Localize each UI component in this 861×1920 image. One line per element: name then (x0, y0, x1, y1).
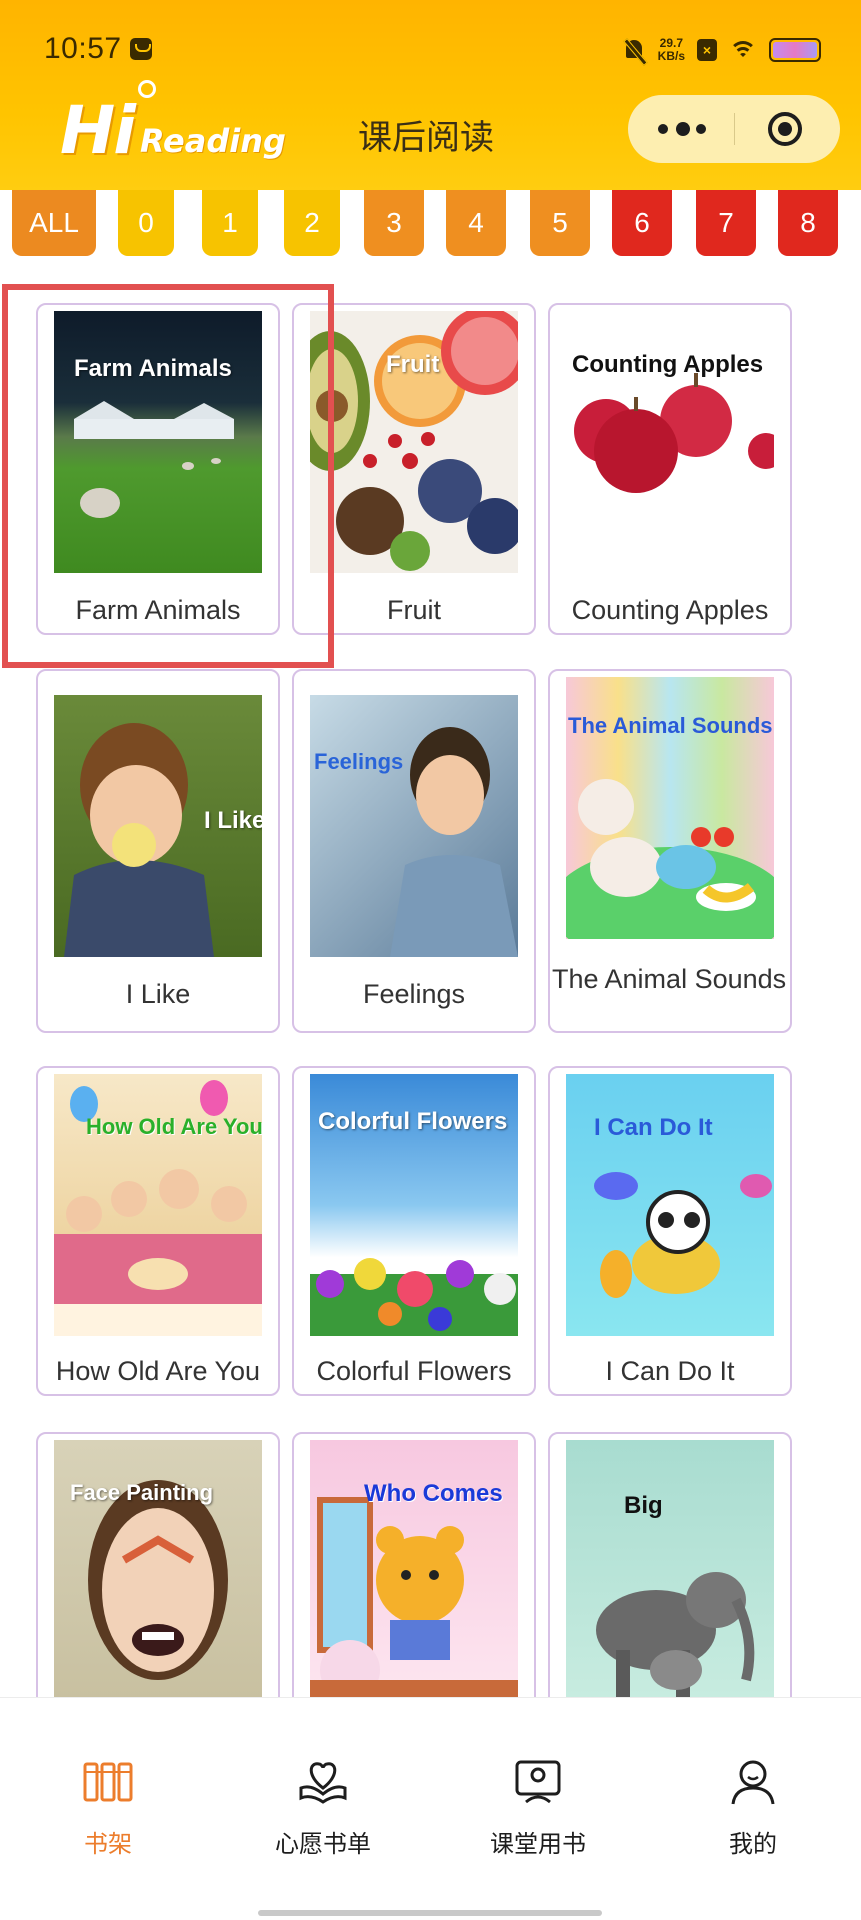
nav-label: 我的 (729, 1831, 777, 1858)
network-speed-unit: KB/s (657, 49, 685, 63)
level-tab-6[interactable]: 6 (612, 190, 672, 256)
book-cover-title: Face Painting (70, 1480, 214, 1505)
miniprogram-capsule (628, 95, 840, 163)
status-indicators: 29.7 KB/s × (622, 32, 821, 68)
book-card-how-old-are-you[interactable]: How Old Are You? How Old Are You (36, 1066, 280, 1396)
bell-off-icon (622, 38, 646, 62)
wishlist-heart-book-icon (297, 1758, 349, 1806)
book-cover-title: Colorful Flowers (318, 1108, 508, 1135)
book-cover-title: Big (624, 1492, 663, 1519)
book-cover: Big (566, 1440, 774, 1702)
nav-label: 课堂用书 (490, 1831, 586, 1858)
book-cover: Feelings (310, 695, 518, 957)
book-card-feelings[interactable]: Feelings Feelings (292, 669, 536, 1033)
level-tab-3[interactable]: 3 (364, 190, 424, 256)
home-indicator[interactable] (258, 1910, 602, 1916)
nav-label: 书架 (84, 1831, 132, 1858)
book-cover-title: Fruit (386, 351, 440, 378)
network-speed: 29.7 KB/s (658, 37, 685, 63)
nav-classroom-books[interactable]: 课堂用书 (463, 1758, 613, 1859)
level-tab-7[interactable]: 7 (696, 190, 756, 256)
book-card-the-animal-sounds[interactable]: The Animal Sounds The Animal Sounds (548, 669, 792, 1033)
book-cover-title: I Can Do It (594, 1114, 713, 1141)
level-tab-8[interactable]: 8 (778, 190, 838, 256)
battery-icon (769, 38, 821, 62)
book-cover: Face Painting (54, 1440, 262, 1702)
level-tab-2[interactable]: 2 (284, 190, 340, 256)
level-filter-tabs: ALL 0 1 2 3 4 5 6 7 8 (12, 190, 849, 256)
more-options-icon[interactable] (658, 121, 708, 137)
level-tab-5[interactable]: 5 (530, 190, 590, 256)
selection-highlight (2, 284, 334, 668)
bookshelf-icon (82, 1758, 134, 1806)
book-title: Feelings (362, 979, 466, 1009)
nav-bookshelf[interactable]: 书架 (33, 1758, 183, 1859)
book-cover-title: Who Comes (364, 1480, 503, 1507)
nav-wishlist[interactable]: 心愿书单 (248, 1758, 398, 1859)
notification-icon (130, 38, 152, 60)
book-cover: How Old Are You? (54, 1074, 262, 1336)
book-cover: The Animal Sounds (566, 677, 774, 939)
book-cover: Counting Apples (566, 311, 774, 573)
nav-profile[interactable]: 我的 (678, 1758, 828, 1859)
book-cover-title: Feelings (314, 749, 404, 774)
logo-hi-text: Hi (60, 92, 136, 169)
page-title: 课后阅读 (358, 119, 494, 157)
level-tab-4[interactable]: 4 (446, 190, 506, 256)
bottom-nav: 书架 心愿书单 课堂用书 我的 (0, 1697, 861, 1920)
nav-label: 心愿书单 (275, 1831, 371, 1858)
wifi-icon (729, 39, 757, 61)
book-card-i-can-do-it[interactable]: I Can Do It I Can Do It (548, 1066, 792, 1396)
logo-reading-text: Reading (140, 122, 286, 160)
level-tab-0[interactable]: 0 (118, 190, 174, 256)
book-cover-title: I Like (204, 807, 262, 834)
book-title: How Old Are You (55, 1356, 261, 1386)
book-card-i-like[interactable]: I Like I Like (36, 669, 280, 1033)
book-title: Counting Apples (571, 595, 769, 625)
book-cover: Who Comes (310, 1440, 518, 1702)
level-tab-all[interactable]: ALL (12, 190, 96, 256)
hireading-logo: Hi Reading (60, 80, 286, 172)
book-cover-title: How Old Are You? (86, 1114, 262, 1139)
book-cover: Fruit (310, 311, 518, 573)
book-card-colorful-flowers[interactable]: Colorful Flowers Colorful Flowers (292, 1066, 536, 1396)
book-cover-title: The Animal Sounds (568, 713, 773, 738)
sim-x-icon: × (697, 39, 717, 61)
book-cover-title: Counting Apples (572, 351, 764, 378)
status-time: 10:57 (44, 32, 122, 65)
app-header: 10:57 29.7 KB/s × Hi Reading 课后阅读 (0, 0, 861, 190)
classroom-book-icon (512, 1758, 564, 1806)
book-cover: I Can Do It (566, 1074, 774, 1336)
book-title: The Animal Sounds (552, 964, 787, 994)
book-cover: I Like (54, 695, 262, 957)
close-miniprogram-icon[interactable] (768, 112, 802, 146)
book-card-counting-apples[interactable]: Counting Apples Counting Apples (548, 303, 792, 635)
book-title: Colorful Flowers (316, 1356, 512, 1386)
status-bar: 10:57 29.7 KB/s × (0, 0, 861, 100)
profile-icon (727, 1758, 779, 1806)
level-tab-1[interactable]: 1 (202, 190, 258, 256)
book-title: I Can Do It (605, 1356, 735, 1386)
book-title: I Like (125, 979, 191, 1009)
book-cover: Colorful Flowers (310, 1074, 518, 1336)
